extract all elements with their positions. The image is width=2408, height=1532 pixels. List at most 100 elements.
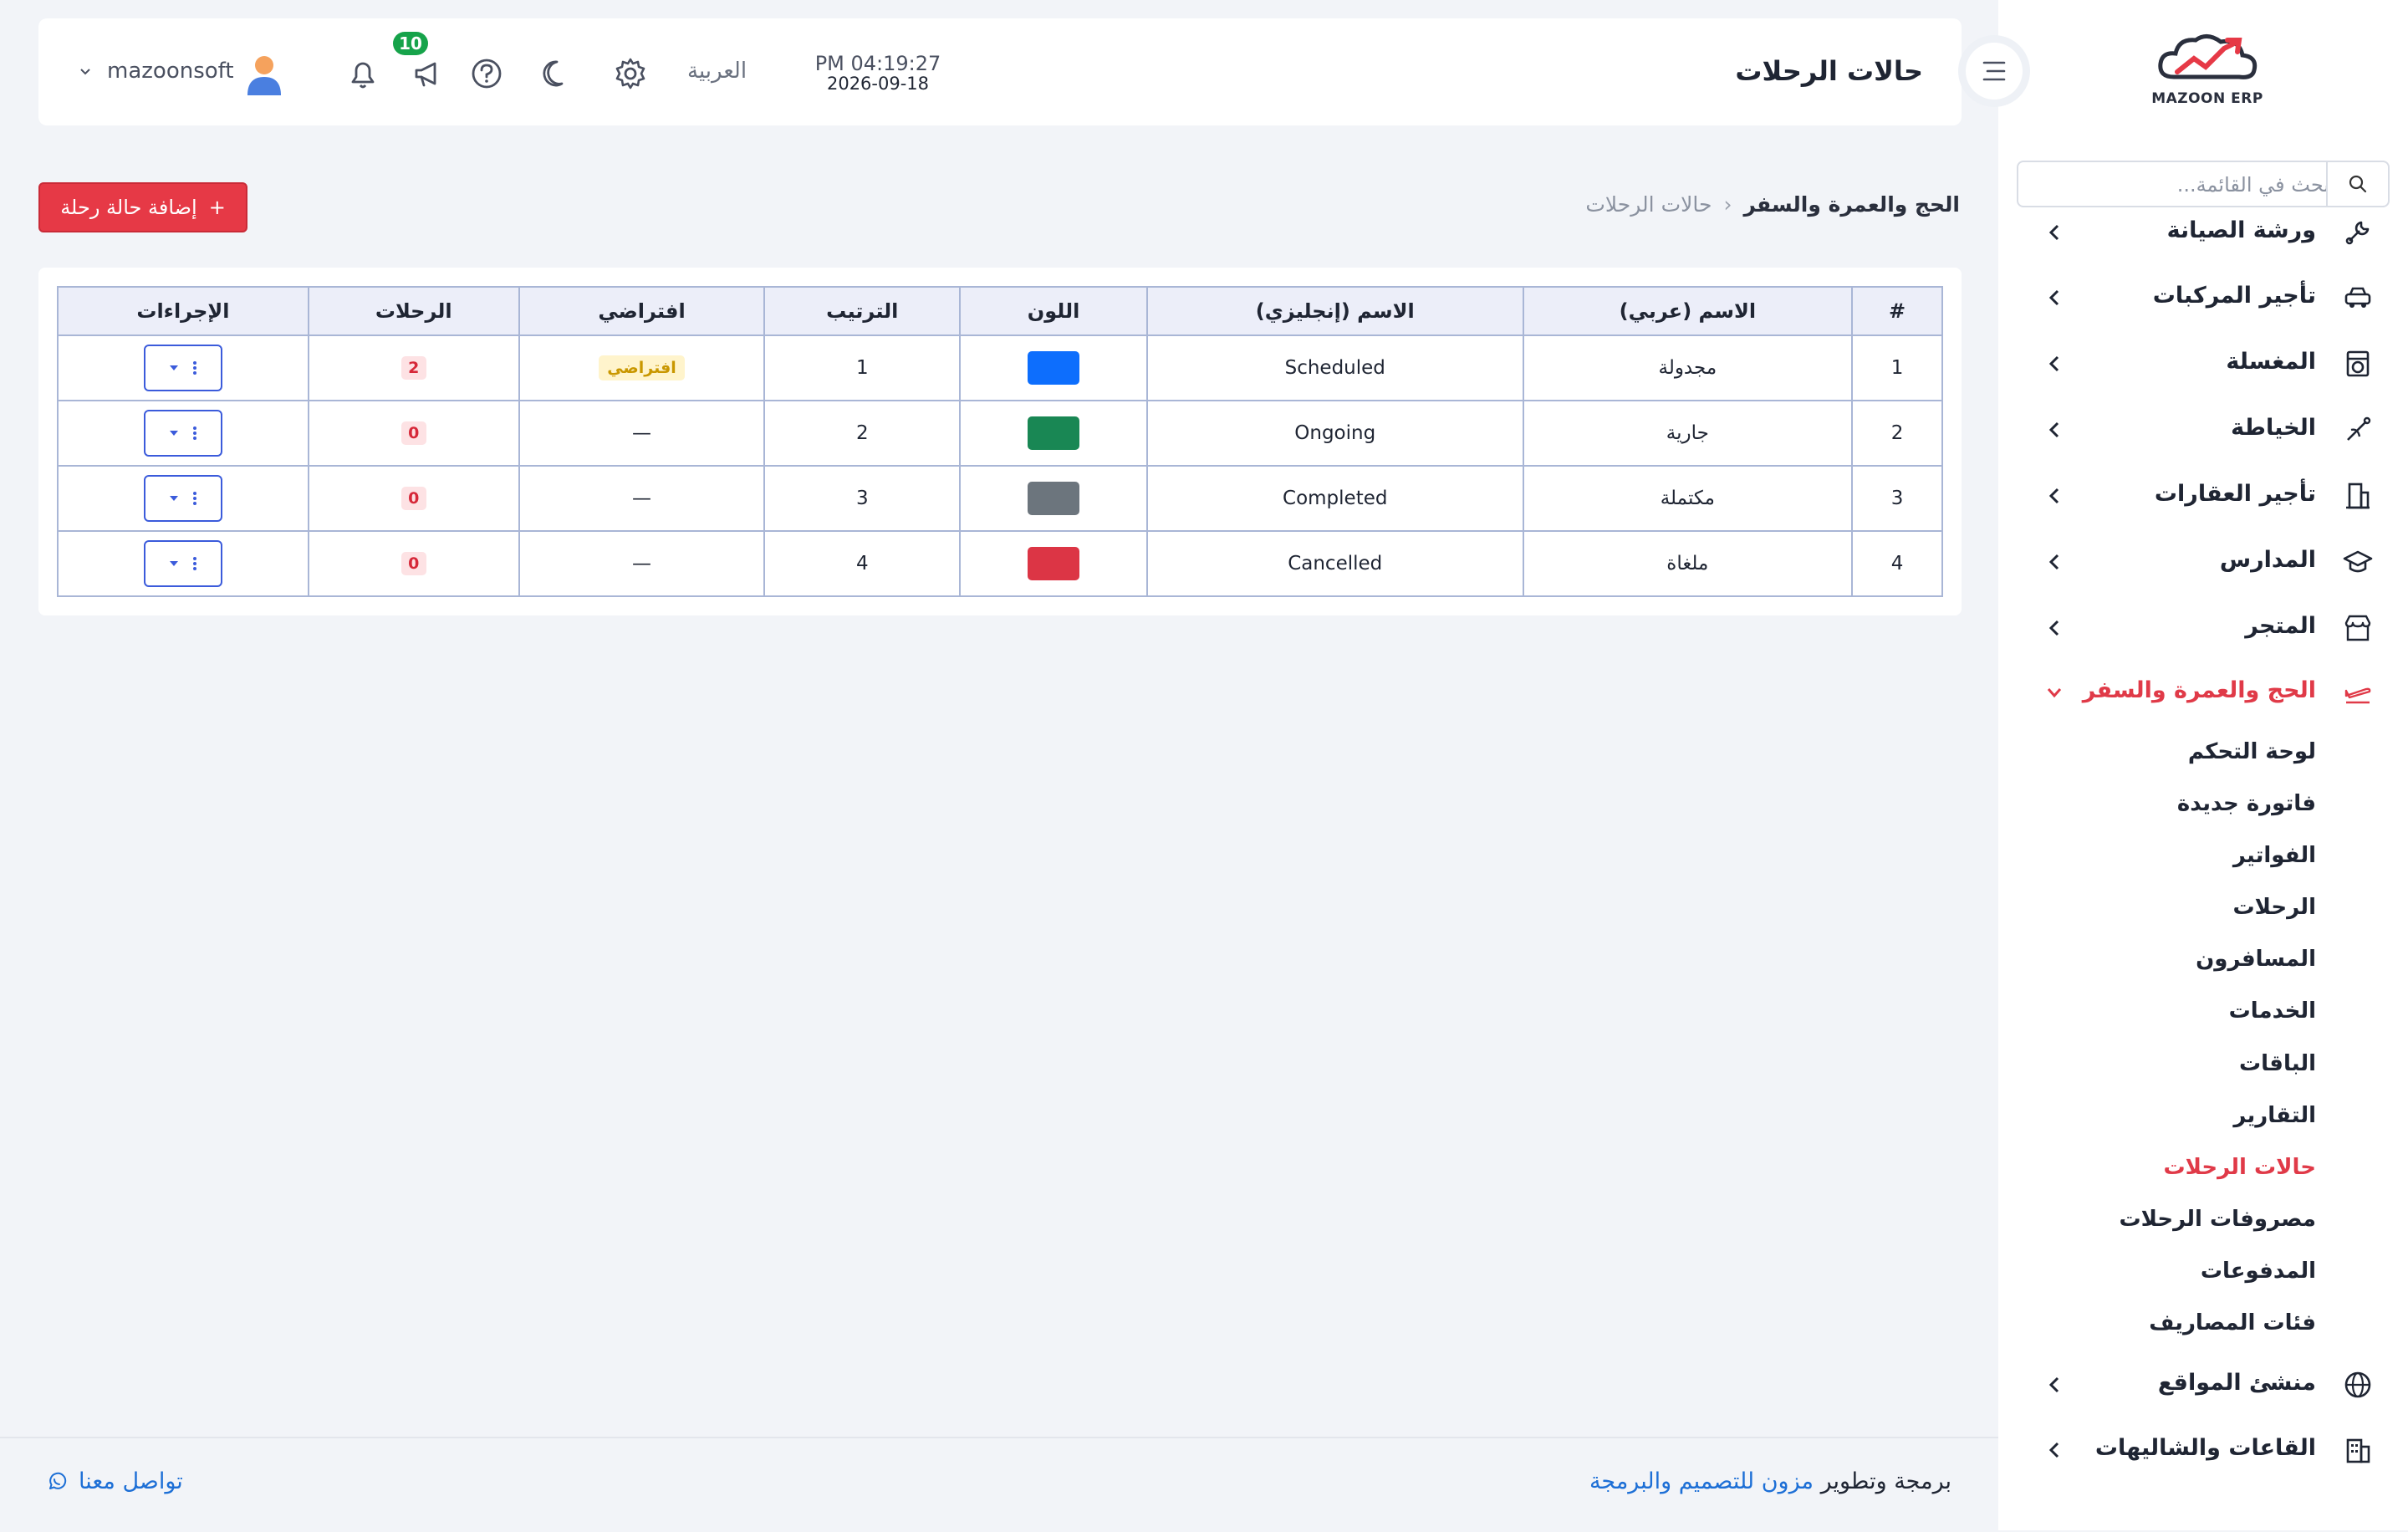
airplane-icon (2344, 687, 2371, 704)
chevron-left-icon (2048, 1376, 2059, 1393)
chevron-left-icon (2048, 289, 2059, 306)
sidebar-search[interactable] (2017, 161, 2390, 207)
caret-down-icon (169, 496, 178, 501)
sidebar-subitem-expense-categories[interactable]: فئات المصاريف (2149, 1310, 2316, 1335)
cell-order: 3 (763, 465, 962, 532)
contact-us-label: تواصل معنا (79, 1468, 183, 1494)
washer-icon (2346, 350, 2370, 377)
brand-logo[interactable]: MAZOON ERP (2140, 25, 2274, 117)
kebab-icon (192, 557, 196, 570)
trips-count-badge: 2 (400, 356, 426, 380)
column-header-default: افتراضي (518, 286, 766, 336)
store-icon (2344, 615, 2371, 641)
sidebar-item-website-builder[interactable]: منشئ المواقع (1998, 1360, 2408, 1410)
column-header-name-ar: الاسم (عربي) (1522, 286, 1854, 336)
logo-cloud-icon (2158, 34, 2258, 79)
cell-number: 2 (1851, 400, 1943, 467)
sidebar-subitem-services[interactable]: الخدمات (2229, 998, 2316, 1024)
cell-trips: 0 (307, 465, 520, 532)
sidebar-item-store[interactable]: المتجر (1998, 603, 2408, 653)
sidebar-subitem-new-invoice[interactable]: فاتورة جديدة (2177, 791, 2316, 816)
cell-number: 3 (1851, 465, 1943, 532)
megaphone-icon[interactable] (410, 55, 446, 92)
chevron-left-icon (2048, 554, 2059, 570)
gear-icon[interactable] (612, 55, 649, 92)
cell-name-en: Completed (1145, 465, 1524, 532)
sidebar-item-label: الخياطة (2231, 415, 2316, 441)
sidebar-item-label: المغسلة (2226, 349, 2316, 375)
cell-name-en: Cancelled (1145, 530, 1524, 597)
column-header-number: # (1851, 286, 1943, 336)
cell-name-ar: جارية (1522, 400, 1854, 467)
cell-name-ar: ملغاة (1522, 530, 1854, 597)
sidebar-search-input[interactable] (2027, 169, 2331, 201)
bell-icon[interactable] (344, 55, 381, 92)
kebab-icon (192, 426, 196, 440)
sidebar-item-label: ورشة الصيانة (2166, 217, 2316, 243)
whatsapp-icon (49, 1472, 67, 1489)
brand-name: MAZOON ERP (2151, 90, 2263, 107)
cell-default: — (518, 465, 766, 532)
cell-order: 4 (763, 530, 962, 597)
sidebar-item-hajj-umrah-travel[interactable]: الحج والعمرة والسفر (1998, 667, 2408, 717)
clock-time: PM 04:19:27 (814, 52, 941, 75)
sidebar-item-label: منشئ المواقع (2157, 1370, 2316, 1396)
sewing-icon (2347, 416, 2371, 441)
sidebar: MAZOON ERP ورشة الصيانة تأجير المركبات ا… (1998, 0, 2408, 1530)
sidebar-item-tailoring[interactable]: الخياطة (1998, 405, 2408, 455)
add-trip-status-button[interactable]: + إضافة حالة رحلة (38, 182, 247, 232)
color-swatch (1028, 416, 1080, 450)
sidebar-subitem-travelers[interactable]: المسافرون (2196, 947, 2316, 972)
footer-credit: برمجة وتطوير مزون للتصميم والبرمجة (1589, 1468, 1951, 1494)
notification-count-badge: 10 (393, 32, 428, 55)
sidebar-subitem-trip-expenses[interactable]: مصروفات الرحلات (2120, 1207, 2316, 1232)
cell-name-ar: مكتملة (1522, 465, 1854, 532)
row-actions-button[interactable] (143, 345, 222, 391)
sidebar-item-label: القاعات والشاليهات (2094, 1435, 2316, 1461)
chevron-down-icon[interactable] (79, 67, 92, 77)
chevron-left-icon (2048, 1442, 2059, 1458)
sidebar-item-halls-chalets[interactable]: القاعات والشاليهات (1998, 1425, 2408, 1475)
cell-actions (57, 465, 309, 532)
sidebar-subitem-reports[interactable]: التقارير (2233, 1103, 2316, 1128)
wrench-icon (2345, 221, 2370, 245)
sidebar-item-real-estate-rental[interactable]: تأجير العقارات (1998, 471, 2408, 521)
table-header-row: # الاسم (عربي) الاسم (إنجليزي) اللون الت… (57, 286, 1943, 336)
sidebar-subitem-invoices[interactable]: الفواتير (2233, 843, 2316, 868)
row-actions-button[interactable] (143, 540, 222, 587)
row-actions-button[interactable] (143, 475, 222, 522)
footer-company-link[interactable]: مزون للتصميم والبرمجة (1589, 1468, 1814, 1494)
sidebar-item-maintenance[interactable]: ورشة الصيانة (1998, 207, 2408, 258)
row-actions-button[interactable] (143, 410, 222, 457)
sidebar-item-vehicle-rental[interactable]: تأجير المركبات (1998, 273, 2408, 323)
moon-icon[interactable] (537, 55, 574, 92)
cell-number: 4 (1851, 530, 1943, 597)
hall-icon (2346, 1438, 2370, 1463)
chevron-left-icon (2048, 488, 2059, 504)
username[interactable]: mazoonsoft (107, 59, 234, 84)
sidebar-subitem-packages[interactable]: الباقات (2239, 1051, 2316, 1076)
sidebar-subitem-dashboard[interactable]: لوحة التحكم (2188, 739, 2316, 764)
cell-actions (57, 530, 309, 597)
language-switch[interactable]: العربية (687, 59, 747, 84)
sidebar-subitem-payments[interactable]: المدفوعات (2201, 1259, 2316, 1284)
help-icon[interactable] (468, 55, 505, 92)
search-icon[interactable] (2326, 162, 2388, 206)
sidebar-subitem-trip-statuses[interactable]: حالات الرحلات (2164, 1155, 2317, 1180)
breadcrumb-parent[interactable]: الحج والعمرة والسفر (1743, 192, 1960, 217)
sidebar-item-label: المتجر (2245, 613, 2316, 639)
breadcrumb: الحج والعمرة والسفر ‹ حالات الرحلات (1585, 192, 1960, 217)
sidebar-toggle-button[interactable] (1958, 35, 2030, 107)
column-header-actions: الإجراءات (57, 286, 309, 336)
sidebar-subitem-trips[interactable]: الرحلات (2233, 895, 2316, 920)
breadcrumb-separator: ‹ (1723, 192, 1732, 217)
footer: برمجة وتطوير مزون للتصميم والبرمجة تواصل… (0, 1437, 1998, 1532)
column-header-name-en: الاسم (إنجليزي) (1145, 286, 1524, 336)
contact-us-link[interactable]: تواصل معنا (47, 1468, 183, 1494)
cell-default: — (518, 530, 766, 597)
sidebar-item-laundry[interactable]: المغسلة (1998, 339, 2408, 389)
avatar[interactable] (244, 54, 284, 97)
car-icon (2344, 287, 2371, 308)
cell-number: 1 (1851, 334, 1943, 401)
sidebar-item-schools[interactable]: المدارس (1998, 537, 2408, 587)
